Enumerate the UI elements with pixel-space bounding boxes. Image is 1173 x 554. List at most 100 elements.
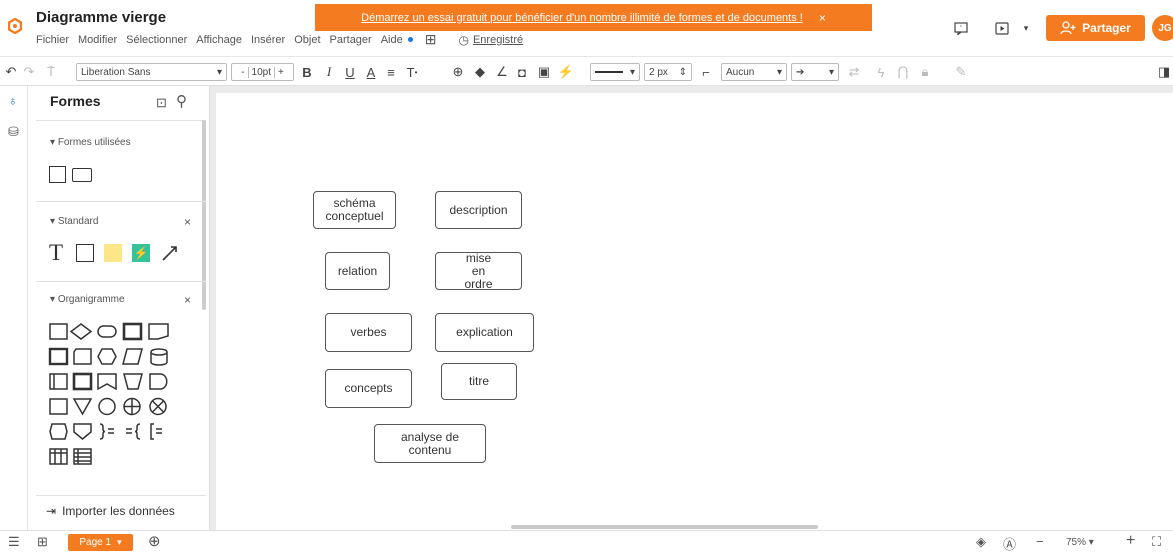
sticky-note-icon[interactable] — [104, 244, 122, 262]
flow-preparation-shape[interactable] — [97, 348, 117, 365]
flow-container-shape[interactable] — [122, 322, 143, 341]
flow-merge-shape[interactable] — [72, 398, 93, 416]
font-size-stepper[interactable]: - 10pt + — [231, 63, 294, 81]
promo-banner[interactable]: Démarrez un essai gratuit pour bénéficie… — [315, 4, 872, 31]
node-analyse-de-contenu[interactable]: analyse de contenu — [374, 424, 486, 463]
flow-internal-storage-shape[interactable] — [49, 373, 68, 390]
fullscreen-icon[interactable]: ⛶ — [1152, 534, 1161, 550]
magnet-icon[interactable]: ⋂ — [896, 63, 910, 81]
apps-grid-icon[interactable]: ⊞ — [425, 31, 437, 48]
flow-offpage-shape[interactable] — [73, 423, 92, 440]
line-style-select[interactable]: ▾ — [590, 63, 640, 81]
menu-fichier[interactable]: Fichier — [36, 34, 69, 46]
close-icon[interactable]: × — [184, 215, 191, 229]
node-concepts[interactable]: concepts — [325, 369, 412, 408]
node-titre[interactable]: titre — [441, 363, 517, 400]
node-mise-en-ordre[interactable]: mise en ordre — [435, 251, 522, 290]
flow-subprocess-shape[interactable] — [48, 347, 69, 366]
add-page-icon[interactable]: ⊕ — [148, 532, 161, 550]
flow-terminator-shape[interactable] — [97, 325, 117, 338]
zoom-out-button[interactable]: − — [1036, 534, 1044, 549]
promo-text[interactable]: Démarrez un essai gratuit pour bénéficie… — [361, 12, 803, 24]
comment-icon[interactable]: ” — [950, 18, 972, 38]
section-standard-header[interactable]: ▾ Standard — [50, 216, 98, 227]
flow-data-shape[interactable] — [122, 348, 143, 365]
node-description[interactable]: description — [435, 191, 522, 229]
data-panel-icon[interactable]: ⛁ — [8, 124, 19, 140]
accessibility-icon[interactable]: Ⓐ — [1003, 534, 1016, 553]
font-color-button[interactable]: A — [364, 63, 378, 81]
import-data-button[interactable]: ⇥ Importer les données — [46, 504, 175, 518]
menu-inserer[interactable]: Insérer — [251, 34, 285, 46]
zoom-in-button[interactable]: + — [1126, 532, 1135, 550]
format-painter-icon[interactable]: ⍑ — [44, 63, 58, 81]
font-size-increase[interactable]: + — [273, 66, 287, 78]
line-color-icon[interactable]: ∠ — [494, 63, 510, 81]
right-panel-icon[interactable]: ◨ — [1156, 63, 1172, 81]
opacity-icon[interactable]: ◘ — [514, 63, 530, 81]
page-tab[interactable]: Page 1 ▾ — [68, 534, 133, 551]
menu-selectionner[interactable]: Sélectionner — [126, 34, 187, 46]
image-search-icon[interactable]: ⊡ — [156, 95, 167, 111]
line-width-select[interactable]: 2 px ⇕ — [644, 63, 692, 81]
node-schema-conceptuel[interactable]: schéma conceptuel — [313, 191, 396, 229]
flow-connector-shape[interactable] — [98, 397, 116, 416]
flow-table-shape[interactable] — [73, 448, 92, 465]
font-size-value[interactable]: 10pt — [249, 67, 274, 78]
action-icon[interactable]: ϟ — [874, 63, 888, 81]
shape-square[interactable] — [49, 166, 66, 183]
lock-icon[interactable]: 🔒︎ — [918, 63, 932, 81]
flow-swimlane-shape[interactable] — [49, 448, 68, 465]
menu-objet[interactable]: Objet — [294, 34, 320, 46]
flow-process-shape[interactable] — [49, 323, 68, 340]
flow-predefined-shape[interactable] — [72, 372, 93, 391]
node-explication[interactable]: explication — [435, 313, 534, 352]
flow-decision-shape[interactable] — [69, 323, 93, 340]
document-title[interactable]: Diagramme vierge — [36, 9, 166, 26]
italic-button[interactable]: I — [322, 63, 336, 81]
flow-bracket-shape[interactable] — [150, 423, 162, 440]
menu-modifier[interactable]: Modifier — [78, 34, 117, 46]
fill-color-icon[interactable]: ◆ — [472, 63, 488, 81]
share-button[interactable]: Partager — [1046, 15, 1145, 41]
zoom-level[interactable]: 75% ▾ — [1066, 537, 1094, 548]
redo-icon[interactable]: ↷ — [22, 63, 36, 81]
flow-brace-shape[interactable] — [134, 423, 141, 440]
lucid-logo-icon[interactable] — [8, 18, 22, 34]
flow-display-shape[interactable] — [49, 423, 68, 440]
undo-icon[interactable]: ↶ — [4, 63, 18, 81]
text-shape-icon[interactable]: T — [49, 240, 63, 266]
flow-annotation-shape[interactable] — [49, 398, 68, 415]
section-flowchart-header[interactable]: ▾ Organigramme — [50, 294, 125, 305]
flow-document-shape[interactable] — [148, 323, 169, 340]
flow-manual-op-shape[interactable] — [123, 373, 143, 390]
close-icon[interactable]: × — [184, 293, 191, 307]
flow-tape-shape[interactable] — [97, 373, 117, 391]
bold-button[interactable]: B — [300, 63, 314, 81]
page-grid-icon[interactable]: ⊞ — [37, 534, 48, 550]
font-size-decrease[interactable]: - — [238, 66, 249, 78]
diagram-page[interactable]: schéma conceptuel description relation m… — [216, 93, 1173, 530]
text-align-button[interactable]: ≡ — [384, 63, 398, 81]
avatar[interactable]: JG — [1152, 15, 1173, 41]
present-dropdown-icon[interactable]: ▾ — [1020, 18, 1032, 38]
line-shape-icon[interactable]: ⌐ — [698, 63, 714, 81]
search-icon[interactable]: ⚲ — [176, 92, 187, 110]
wrench-icon[interactable]: ✎ — [954, 63, 968, 81]
menu-partager[interactable]: Partager — [330, 34, 372, 46]
arrow-end-select[interactable]: ➔ ▾ — [791, 63, 839, 81]
swap-arrows-icon[interactable]: ⇄ — [846, 63, 862, 81]
arrow-line-icon[interactable] — [160, 243, 180, 263]
layers-icon[interactable]: ◈ — [976, 534, 986, 550]
magic-wand-icon[interactable]: ⚡ — [558, 63, 574, 81]
node-relation[interactable]: relation — [325, 252, 390, 290]
present-icon[interactable] — [992, 18, 1012, 38]
promo-close-icon[interactable]: × — [819, 11, 826, 25]
text-options-button[interactable]: T • — [404, 63, 420, 81]
shape-rounded-rect[interactable] — [72, 168, 92, 182]
section-recent-header[interactable]: ▾ Formes utilisées — [50, 137, 131, 148]
shape-options-icon[interactable]: ⊕ — [450, 63, 466, 81]
canvas-horizontal-scrollbar[interactable] — [511, 525, 818, 529]
flow-database-shape[interactable] — [150, 348, 168, 366]
page-list-icon[interactable]: ☰ — [8, 534, 20, 550]
